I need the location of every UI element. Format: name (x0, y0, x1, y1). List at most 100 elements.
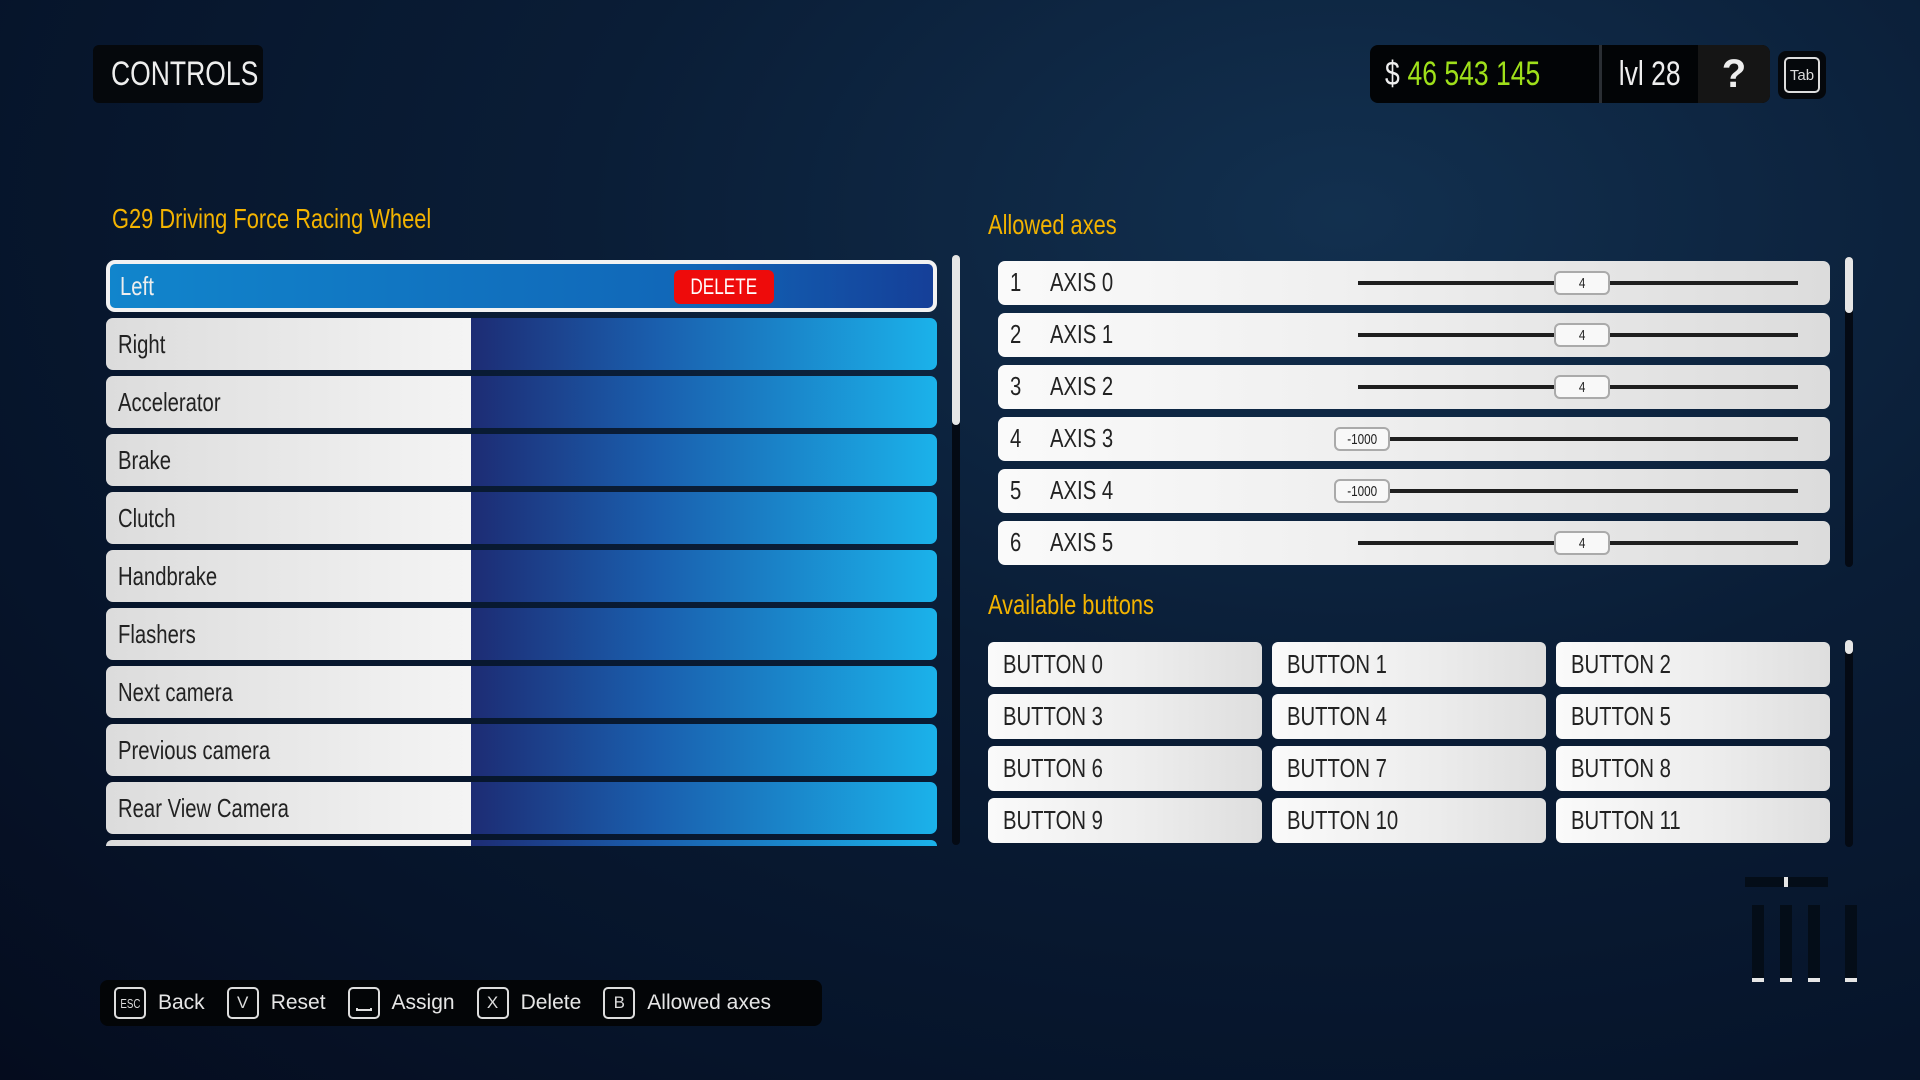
axis-row[interactable]: 1 AXIS 0 4 (998, 261, 1830, 305)
scrollbar-thumb[interactable] (1845, 640, 1853, 654)
axis-slider-thumb[interactable]: 4 (1554, 271, 1610, 295)
help-icon[interactable]: ? (1698, 45, 1770, 103)
control-label-text: Clutch (118, 502, 176, 533)
control-row[interactable] (106, 840, 937, 846)
control-label (106, 840, 471, 846)
control-row[interactable]: Flashers (106, 608, 937, 660)
available-button[interactable]: BUTTON 4 (1272, 694, 1546, 739)
axis-row[interactable]: 2 AXIS 1 4 (998, 313, 1830, 357)
control-row[interactable]: Left DELETE (106, 260, 937, 312)
axis-number: 6 (1010, 527, 1022, 557)
binding-slot[interactable] (471, 608, 937, 660)
binding-slot[interactable] (471, 318, 937, 370)
available-button[interactable]: BUTTON 9 (988, 798, 1262, 843)
axis-value: 4 (1578, 274, 1586, 292)
axis-slider-track[interactable] (1358, 437, 1798, 441)
control-row[interactable]: Clutch (106, 492, 937, 544)
level-display: lvl 28 (1602, 45, 1698, 103)
available-button-label: BUTTON 9 (1003, 805, 1103, 835)
pedal-bar (1752, 905, 1764, 982)
axis-slider-thumb[interactable]: 4 (1554, 323, 1610, 347)
axis-row[interactable]: 4 AXIS 3 -1000 (998, 417, 1830, 461)
binding-slot[interactable] (471, 724, 937, 776)
axis-slider-thumb[interactable]: 4 (1554, 375, 1610, 399)
hint-assign[interactable]: Assign (347, 987, 455, 1019)
status-bar: $46 543 145 lvl 28 ? (1370, 45, 1770, 103)
control-label: Clutch (106, 492, 471, 544)
axis-name: AXIS 3 (1050, 423, 1114, 453)
axis-row[interactable]: 5 AXIS 4 -1000 (998, 469, 1830, 513)
level-text: lvl 28 (1619, 54, 1681, 93)
axis-name: AXIS 2 (1050, 371, 1114, 401)
control-label-text: Rear View Camera (118, 792, 289, 823)
control-row[interactable]: Next camera (106, 666, 937, 718)
available-button[interactable]: BUTTON 8 (1556, 746, 1830, 791)
allowed-axes-title-text: Allowed axes (988, 209, 1117, 240)
delete-binding-button[interactable]: DELETE (674, 270, 774, 304)
axis-slider-track[interactable] (1358, 489, 1798, 493)
currency-symbol: $ (1384, 54, 1400, 93)
control-row[interactable]: Accelerator (106, 376, 937, 428)
hint-label: Assign (391, 991, 455, 1014)
axis-name: AXIS 4 (1050, 475, 1114, 505)
axis-slider-thumb[interactable]: 4 (1554, 531, 1610, 555)
axis-number: 4 (1010, 423, 1022, 453)
control-row[interactable]: Handbrake (106, 550, 937, 602)
available-button[interactable]: BUTTON 7 (1272, 746, 1546, 791)
available-button-label: BUTTON 7 (1287, 753, 1387, 783)
key-esc-icon: ESC (114, 987, 146, 1019)
axis-row[interactable]: 3 AXIS 2 4 (998, 365, 1830, 409)
pedal-level (1752, 978, 1764, 982)
available-button-label: BUTTON 1 (1287, 649, 1387, 679)
available-button[interactable]: BUTTON 6 (988, 746, 1262, 791)
available-button-label: BUTTON 3 (1003, 701, 1103, 731)
control-label: Next camera (106, 666, 471, 718)
buttons-scrollbar[interactable] (1845, 640, 1853, 847)
binding-slot[interactable] (471, 782, 937, 834)
binding-slot[interactable] (471, 550, 937, 602)
binding-slot[interactable] (471, 840, 937, 846)
available-button[interactable]: BUTTON 5 (1556, 694, 1830, 739)
control-row[interactable]: Previous camera (106, 724, 937, 776)
control-label-text: Previous camera (118, 734, 271, 765)
axis-slider-thumb[interactable]: -1000 (1334, 427, 1390, 451)
device-title: G29 Driving Force Racing Wheel (112, 203, 521, 235)
tab-key-button[interactable]: Tab (1778, 51, 1826, 99)
available-button[interactable]: BUTTON 1 (1272, 642, 1546, 687)
axis-row[interactable]: 6 AXIS 5 4 (998, 521, 1830, 565)
available-button[interactable]: BUTTON 2 (1556, 642, 1830, 687)
available-button[interactable]: BUTTON 11 (1556, 798, 1830, 843)
axis-number: 1 (1010, 267, 1022, 297)
scrollbar-thumb[interactable] (1845, 257, 1853, 313)
control-label-text: Flashers (118, 618, 196, 649)
available-button[interactable]: BUTTON 3 (988, 694, 1262, 739)
hint-label: Delete (520, 991, 582, 1014)
key-label: B (613, 993, 625, 1012)
control-label: Flashers (106, 608, 471, 660)
hint-back[interactable]: ESC Back (114, 987, 205, 1019)
hint-delete[interactable]: X Delete (476, 987, 582, 1019)
hint-allowed-axes[interactable]: B Allowed axes (603, 987, 771, 1019)
binding-slot[interactable] (471, 492, 937, 544)
axis-name: AXIS 1 (1050, 319, 1114, 349)
axis-slider-thumb[interactable]: -1000 (1334, 479, 1390, 503)
control-label-text: Brake (118, 444, 171, 475)
control-list-scrollbar[interactable] (952, 255, 960, 845)
steering-marker (1784, 877, 1788, 887)
available-button[interactable]: BUTTON 0 (988, 642, 1262, 687)
binding-slot[interactable] (471, 434, 937, 486)
control-row[interactable]: Brake (106, 434, 937, 486)
available-button-label: BUTTON 2 (1571, 649, 1671, 679)
control-label: Accelerator (106, 376, 471, 428)
scrollbar-thumb[interactable] (952, 255, 960, 425)
hint-reset[interactable]: V Reset (226, 987, 326, 1019)
binding-slot[interactable] (471, 376, 937, 428)
binding-slot[interactable] (471, 666, 937, 718)
axes-scrollbar[interactable] (1845, 257, 1853, 567)
control-row[interactable]: Right (106, 318, 937, 370)
control-row[interactable]: Rear View Camera (106, 782, 937, 834)
key-label: X (486, 993, 499, 1012)
pedal-bar (1845, 905, 1857, 982)
available-button[interactable]: BUTTON 10 (1272, 798, 1546, 843)
money-display: $46 543 145 (1370, 45, 1602, 103)
